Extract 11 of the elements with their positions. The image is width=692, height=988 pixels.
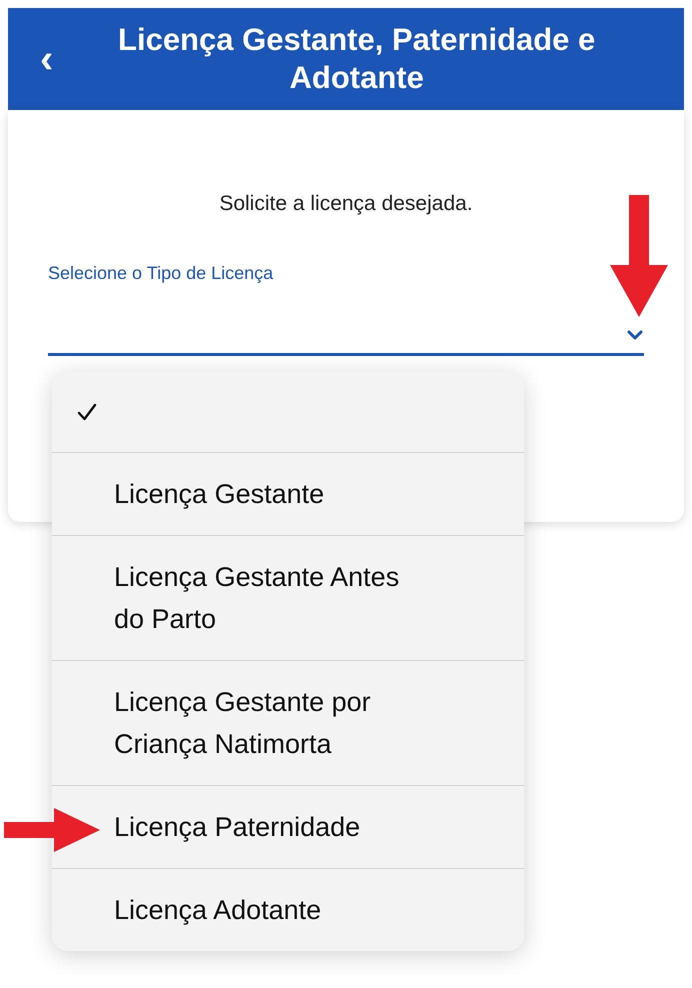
instruction-text: Solicite a licença desejada.: [218, 191, 474, 217]
menu-item[interactable]: Licença Gestante: [52, 452, 524, 535]
field-label: Selecione o Tipo de Licença: [48, 262, 274, 285]
arrow-right-icon: [4, 808, 100, 852]
menu-item[interactable]: Licença Gestante Antes do Parto: [52, 535, 524, 660]
arrow-down-icon: [610, 195, 668, 317]
menu-item[interactable]: Licença Adotante: [52, 868, 524, 951]
back-button[interactable]: ‹: [40, 39, 54, 79]
chevron-down-icon[interactable]: [626, 328, 644, 340]
menu-item[interactable]: Licença Gestante por Criança Natimorta: [52, 660, 524, 785]
page-title: Licença Gestante, Paternidade e Adotante: [117, 21, 596, 97]
